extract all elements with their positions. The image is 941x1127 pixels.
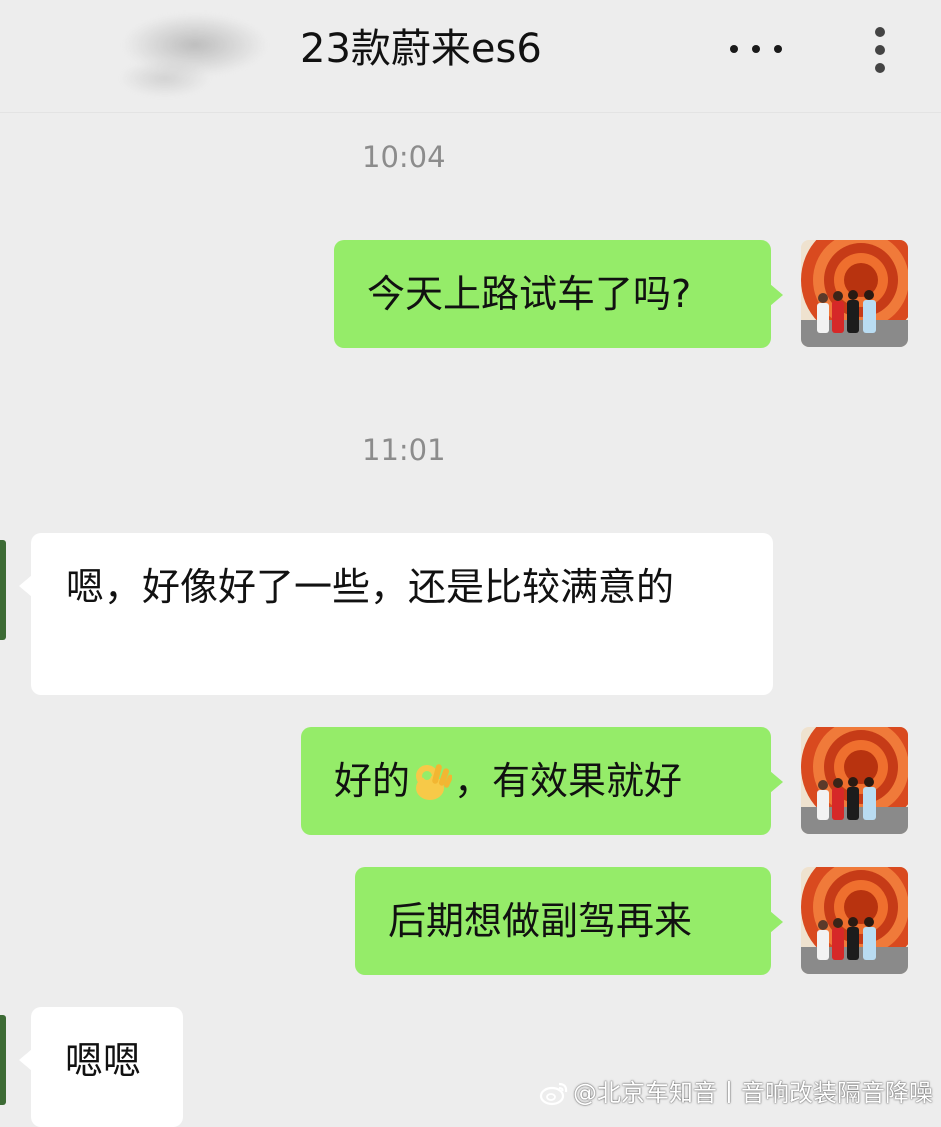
outgoing-message-bubble[interactable]: 今天上路试车了吗? [334,240,783,348]
ok-hand-emoji [416,764,453,800]
blurred-avatar-smudge [95,0,295,112]
message-text: 嗯，好像好了一些，还是比较满意的 [66,565,675,609]
user-avatar[interactable] [801,867,908,974]
more-horizontal-icon[interactable] [730,42,782,56]
message-text: ，有效果就好 [454,759,683,803]
incoming-message-bubble[interactable]: 嗯嗯 [19,1007,183,1127]
weibo-icon [539,1082,568,1106]
outgoing-message-bubble[interactable]: 后期想做副驾再来 [355,867,783,975]
contact-avatar-edge [0,540,6,640]
contact-avatar-edge [0,1015,6,1105]
message-text: 好的 [334,759,411,803]
chat-header: 23款蔚来es6 [0,0,941,113]
watermark-text: @北京车知音丨音响改装隔音降噪 [573,1079,933,1107]
message-text: 后期想做副驾再来 [388,899,693,943]
message-text: 今天上路试车了吗? [367,272,692,316]
user-avatar[interactable] [801,240,908,347]
outgoing-message-bubble[interactable]: 好的 ，有效果就好 [301,727,783,835]
message-timestamp: 11:01 [362,433,446,467]
weibo-watermark: @北京车知音丨音响改装隔音降噪 [539,1078,933,1108]
more-vertical-icon[interactable] [872,27,888,73]
user-avatar[interactable] [801,727,908,834]
incoming-message-bubble[interactable]: 嗯，好像好了一些，还是比较满意的 [19,533,773,695]
message-text: 嗯嗯 [65,1039,142,1083]
message-timestamp: 10:04 [362,140,446,174]
chat-title: 23款蔚来es6 [300,26,542,72]
